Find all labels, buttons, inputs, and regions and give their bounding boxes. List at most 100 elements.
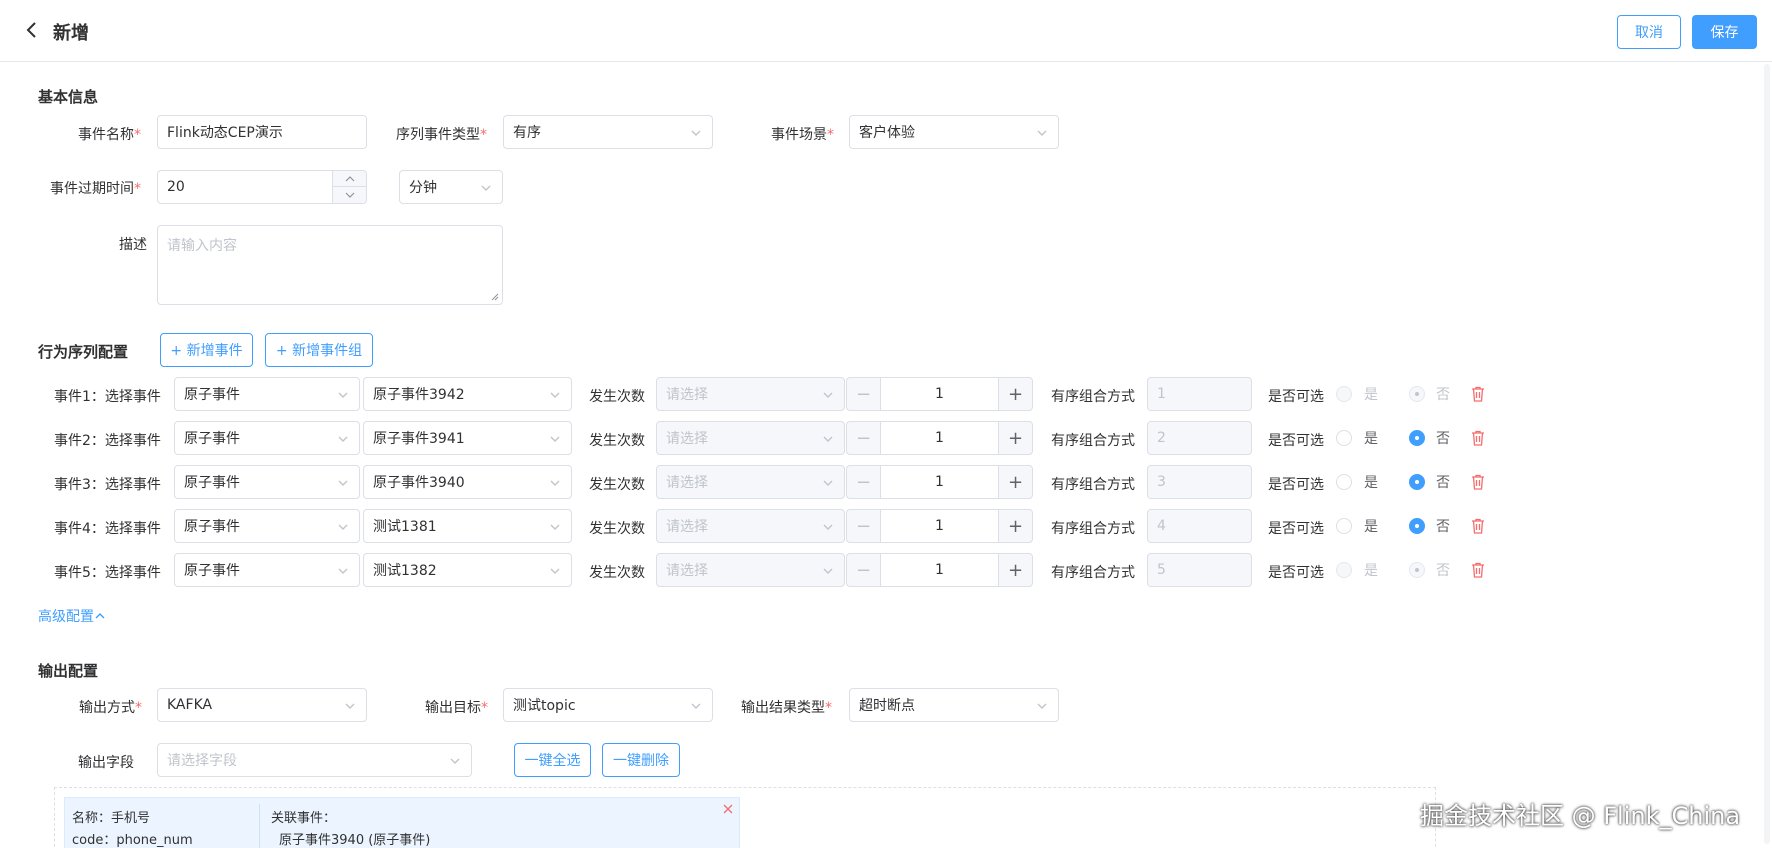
- output-fields-label: 输出字段: [78, 755, 134, 771]
- save-button[interactable]: 保存: [1692, 15, 1757, 49]
- quantity-value[interactable]: 1: [881, 510, 998, 542]
- delete-all-button[interactable]: 一键删除: [602, 743, 680, 777]
- radio-no[interactable]: [1409, 474, 1425, 490]
- quantity-value[interactable]: 1: [881, 466, 998, 498]
- event-select[interactable]: 原子事件3941: [363, 421, 572, 455]
- plus-icon[interactable]: +: [998, 378, 1032, 410]
- minus-icon[interactable]: −: [847, 466, 881, 498]
- event-select[interactable]: 测试1381: [363, 509, 572, 543]
- increment-arrow-icon[interactable]: [333, 171, 366, 187]
- event-row-label: 事件5：选择事件: [54, 565, 161, 581]
- radio-no-label: 否: [1436, 563, 1450, 579]
- radio-no[interactable]: [1409, 562, 1425, 578]
- minus-icon[interactable]: −: [847, 422, 881, 454]
- quantity-value[interactable]: 1: [881, 378, 998, 410]
- scrollbar[interactable]: [1764, 64, 1770, 844]
- chevron-down-icon: [481, 185, 491, 191]
- optional-label: 是否可选: [1268, 565, 1324, 581]
- event-select[interactable]: 原子事件3940: [363, 465, 572, 499]
- quantity-value[interactable]: 1: [881, 422, 998, 454]
- trash-icon[interactable]: [1469, 517, 1487, 535]
- scene-label: 事件场景*: [771, 127, 834, 143]
- event-type-select[interactable]: 原子事件: [174, 465, 360, 499]
- plus-icon[interactable]: +: [998, 422, 1032, 454]
- radio-yes[interactable]: [1336, 562, 1352, 578]
- combo-label: 有序组合方式: [1051, 389, 1135, 405]
- chevron-down-icon: [691, 130, 701, 136]
- output-result-select[interactable]: 超时断点: [849, 688, 1059, 722]
- minus-icon[interactable]: −: [847, 378, 881, 410]
- radio-yes[interactable]: [1336, 474, 1352, 490]
- radio-no[interactable]: [1409, 430, 1425, 446]
- quantity-stepper[interactable]: − 1 +: [846, 465, 1033, 499]
- event-type-select[interactable]: 原子事件: [174, 553, 360, 587]
- chevron-down-icon: [338, 524, 348, 530]
- advanced-config-toggle[interactable]: 高级配置: [38, 606, 106, 626]
- output-target-select[interactable]: 测试topic: [503, 688, 713, 722]
- chevron-down-icon: [345, 703, 355, 709]
- minus-icon[interactable]: −: [847, 554, 881, 586]
- select-all-button[interactable]: 一键全选: [514, 743, 591, 777]
- event-select[interactable]: 测试1382: [363, 553, 572, 587]
- quantity-stepper[interactable]: − 1 +: [846, 553, 1033, 587]
- count-select[interactable]: 请选择: [656, 377, 845, 411]
- radio-yes[interactable]: [1336, 518, 1352, 534]
- cancel-button[interactable]: 取消: [1617, 15, 1681, 49]
- resize-handle-icon[interactable]: [491, 293, 499, 301]
- add-event-button[interactable]: + 新增事件: [160, 333, 253, 367]
- chevron-down-icon: [338, 568, 348, 574]
- radio-no-label: 否: [1436, 519, 1450, 535]
- radio-yes[interactable]: [1336, 386, 1352, 402]
- event-type-select[interactable]: 原子事件: [174, 421, 360, 455]
- radio-no[interactable]: [1409, 518, 1425, 534]
- quantity-value[interactable]: 1: [881, 554, 998, 586]
- basic-info-heading: 基本信息: [38, 88, 99, 106]
- watermark: 掘金技术社区 @ Flink_China: [1420, 802, 1741, 830]
- card-divider: [259, 804, 260, 848]
- output-fields-select[interactable]: 请选择字段: [157, 743, 472, 777]
- decrement-arrow-icon[interactable]: [333, 187, 366, 203]
- back-arrow-icon[interactable]: [20, 18, 44, 42]
- combo-input: 4: [1147, 509, 1252, 543]
- trash-icon[interactable]: [1469, 473, 1487, 491]
- quantity-stepper[interactable]: − 1 +: [846, 421, 1033, 455]
- event-type-select[interactable]: 原子事件: [174, 377, 360, 411]
- chevron-up-icon: [95, 613, 105, 619]
- count-select[interactable]: 请选择: [656, 553, 845, 587]
- event-select[interactable]: 原子事件3942: [363, 377, 572, 411]
- count-label: 发生次数: [589, 433, 645, 449]
- trash-icon[interactable]: [1469, 429, 1487, 447]
- number-spinner: [332, 171, 366, 203]
- quantity-stepper[interactable]: − 1 +: [846, 509, 1033, 543]
- plus-icon[interactable]: +: [998, 510, 1032, 542]
- quantity-stepper[interactable]: − 1 +: [846, 377, 1033, 411]
- event-type-select[interactable]: 原子事件: [174, 509, 360, 543]
- expire-number-input[interactable]: 20: [157, 170, 367, 204]
- plus-icon[interactable]: +: [998, 554, 1032, 586]
- minus-icon[interactable]: −: [847, 510, 881, 542]
- output-method-select[interactable]: KAFKA: [157, 688, 367, 722]
- scene-select[interactable]: 客户体验: [849, 115, 1059, 149]
- field-name: 名称：手机号: [72, 811, 151, 826]
- plus-icon[interactable]: +: [998, 466, 1032, 498]
- event-name-input[interactable]: Flink动态CEP演示: [157, 115, 367, 149]
- count-select[interactable]: 请选择: [656, 509, 845, 543]
- combo-label: 有序组合方式: [1051, 521, 1135, 537]
- count-label: 发生次数: [589, 389, 645, 405]
- chevron-down-icon: [550, 568, 560, 574]
- trash-icon[interactable]: [1469, 385, 1487, 403]
- expire-unit-select[interactable]: 分钟: [399, 170, 503, 204]
- radio-no[interactable]: [1409, 386, 1425, 402]
- count-select[interactable]: 请选择: [656, 421, 845, 455]
- add-event-group-button[interactable]: + 新增事件组: [265, 333, 373, 367]
- seq-type-select[interactable]: 有序: [503, 115, 713, 149]
- close-icon[interactable]: [723, 804, 733, 814]
- seq-type-label: 序列事件类型*: [396, 127, 487, 143]
- sequence-heading: 行为序列配置: [38, 343, 129, 361]
- chevron-down-icon: [823, 568, 833, 574]
- desc-textarea[interactable]: 请输入内容: [157, 225, 503, 305]
- event-row-label: 事件2：选择事件: [54, 433, 161, 449]
- trash-icon[interactable]: [1469, 561, 1487, 579]
- count-select[interactable]: 请选择: [656, 465, 845, 499]
- radio-yes[interactable]: [1336, 430, 1352, 446]
